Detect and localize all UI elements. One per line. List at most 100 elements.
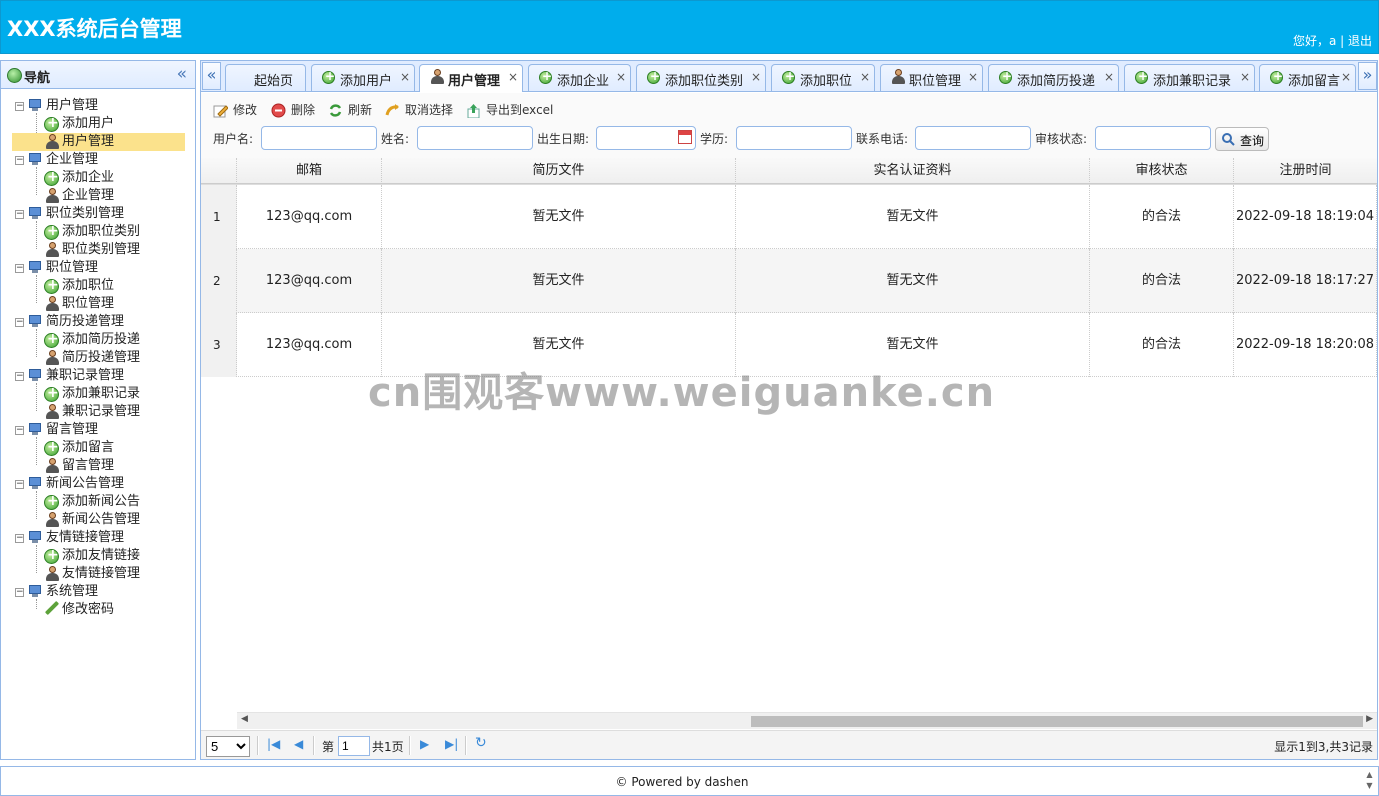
cell-resume: 暂无文件 — [382, 185, 736, 249]
cell-time: 2022-09-18 18:19:04 — [1234, 185, 1377, 249]
table-row[interactable]: 2 123@qq.com 暂无文件 暂无文件 的合法 2022-09-18 18:17:2… — [201, 249, 1377, 313]
tab-1[interactable]: 添加用户× — [311, 64, 415, 91]
nav-header: 导航 « — [1, 61, 195, 89]
add-icon — [1270, 69, 1283, 84]
user-area: 您好，a | 退出 — [1293, 32, 1372, 49]
app-header: XXX系统后台管理 您好，a | 退出 — [0, 0, 1379, 54]
computer-icon — [28, 315, 42, 327]
close-icon[interactable]: × — [1104, 70, 1114, 84]
user-icon — [45, 242, 59, 258]
collapse-toggle-icon[interactable]: − — [15, 372, 24, 381]
tab-3[interactable]: 添加企业× — [528, 64, 631, 91]
globe-icon — [7, 68, 22, 83]
page-number-input[interactable] — [338, 736, 370, 756]
collapse-toggle-icon[interactable]: − — [15, 210, 24, 219]
cell-resume: 暂无文件 — [382, 313, 736, 377]
column-header-resume[interactable]: 简历文件 — [382, 158, 736, 184]
add-icon — [647, 69, 660, 84]
collapse-toggle-icon[interactable]: − — [15, 264, 24, 273]
close-icon[interactable]: × — [968, 70, 978, 84]
close-icon[interactable]: × — [1341, 70, 1351, 84]
tab-scroll-right-icon[interactable]: » — [1358, 62, 1377, 90]
username-input[interactable] — [261, 126, 377, 150]
close-icon[interactable]: × — [508, 70, 518, 84]
cell-email: 123@qq.com — [237, 313, 382, 377]
cell-num: 3 — [201, 313, 237, 377]
scroll-right-icon[interactable]: ▶ — [1366, 714, 1373, 724]
name-input[interactable] — [417, 126, 533, 150]
horizontal-scrollbar[interactable]: ◀ ▶ — [237, 712, 1377, 729]
collapse-icon[interactable]: « — [177, 64, 187, 84]
tab-9[interactable]: 添加留言× — [1259, 64, 1356, 91]
scrollbar-thumb[interactable] — [751, 716, 1363, 727]
tab-4[interactable]: 添加职位类别× — [636, 64, 766, 91]
close-icon[interactable]: × — [616, 70, 626, 84]
pager-separator — [409, 736, 411, 755]
computer-icon — [28, 99, 42, 111]
next-page-icon[interactable]: ▶ — [420, 737, 429, 751]
collapse-toggle-icon[interactable]: − — [15, 156, 24, 165]
row-number-header — [201, 158, 237, 184]
calendar-icon[interactable] — [678, 130, 692, 144]
column-header-register-time[interactable]: 注册时间 — [1234, 158, 1377, 184]
page-size-select[interactable]: 5 — [206, 736, 250, 757]
cell-resume: 暂无文件 — [382, 249, 736, 313]
reload-icon[interactable]: ↻ — [475, 735, 487, 751]
add-icon — [44, 330, 59, 348]
column-header-cert[interactable]: 实名认证资料 — [736, 158, 1090, 184]
add-icon — [782, 69, 795, 84]
phone-input[interactable] — [915, 126, 1031, 150]
scroll-left-icon[interactable]: ◀ — [241, 714, 248, 724]
computer-icon — [28, 153, 42, 165]
search-icon — [1221, 132, 1235, 149]
tree-line — [36, 491, 37, 519]
prev-page-icon[interactable]: ◀ — [294, 737, 303, 751]
education-input[interactable] — [736, 126, 852, 150]
collapse-toggle-icon[interactable]: − — [15, 102, 24, 111]
close-icon[interactable]: × — [860, 70, 870, 84]
collapse-toggle-icon[interactable]: − — [15, 318, 24, 327]
collapse-toggle-icon[interactable]: − — [15, 534, 24, 543]
cell-status: 的合法 — [1090, 185, 1234, 249]
table-row[interactable]: 3 123@qq.com 暂无文件 暂无文件 的合法 2022-09-18 18:20:0… — [201, 313, 1377, 377]
add-icon — [44, 168, 59, 186]
column-header-email[interactable]: 邮箱 — [237, 158, 382, 184]
main-panel: « » 起始页添加用户×用户管理×添加企业×添加职位类别×添加职位×职位管理×添… — [200, 60, 1378, 760]
tab-5[interactable]: 添加职位× — [771, 64, 875, 91]
tab-scroll-left-icon[interactable]: « — [202, 62, 221, 90]
collapse-toggle-icon[interactable]: − — [15, 426, 24, 435]
footer-scroll-icon[interactable]: ▲ ▼ — [1363, 769, 1376, 794]
column-header-status[interactable]: 审核状态 — [1090, 158, 1234, 184]
computer-icon — [28, 585, 42, 597]
tree-line — [36, 599, 37, 609]
table-row[interactable]: 1 123@qq.com 暂无文件 暂无文件 的合法 2022-09-18 18:19:0… — [201, 185, 1377, 249]
cell-time: 2022-09-18 18:20:08 — [1234, 313, 1377, 377]
last-page-icon[interactable]: ▶| — [445, 737, 458, 751]
tab-0[interactable]: 起始页 — [225, 64, 306, 91]
tab-bar: « » 起始页添加用户×用户管理×添加企业×添加职位类别×添加职位×职位管理×添… — [201, 61, 1377, 92]
tab-8[interactable]: 添加兼职记录× — [1124, 64, 1255, 91]
cell-cert: 暂无文件 — [736, 313, 1090, 377]
computer-icon — [28, 369, 42, 381]
tab-2[interactable]: 用户管理 × — [419, 64, 523, 92]
birth-label: 出生日期: — [537, 132, 590, 146]
close-icon[interactable]: × — [400, 70, 410, 84]
tab-7[interactable]: 添加简历投递× — [988, 64, 1119, 91]
collapse-toggle-icon[interactable]: − — [15, 588, 24, 597]
nav-item-0-1[interactable]: 用户管理 — [12, 133, 185, 151]
cell-cert: 暂无文件 — [736, 249, 1090, 313]
first-page-icon[interactable]: |◀ — [267, 737, 280, 751]
page-total: 共1页 — [372, 740, 404, 754]
cell-time: 2022-09-18 18:17:27 — [1234, 249, 1377, 313]
cell-status: 的合法 — [1090, 249, 1234, 313]
pencil-icon — [44, 600, 60, 616]
close-icon[interactable]: × — [1240, 70, 1250, 84]
user-icon — [45, 350, 59, 366]
tab-6[interactable]: 职位管理 × — [880, 64, 983, 91]
logout-link[interactable]: 退出 — [1348, 34, 1372, 48]
collapse-toggle-icon[interactable]: − — [15, 480, 24, 489]
close-icon[interactable]: × — [751, 70, 761, 84]
status-input[interactable] — [1095, 126, 1211, 150]
search-button[interactable]: 查询 — [1215, 127, 1269, 151]
add-icon — [44, 384, 59, 402]
